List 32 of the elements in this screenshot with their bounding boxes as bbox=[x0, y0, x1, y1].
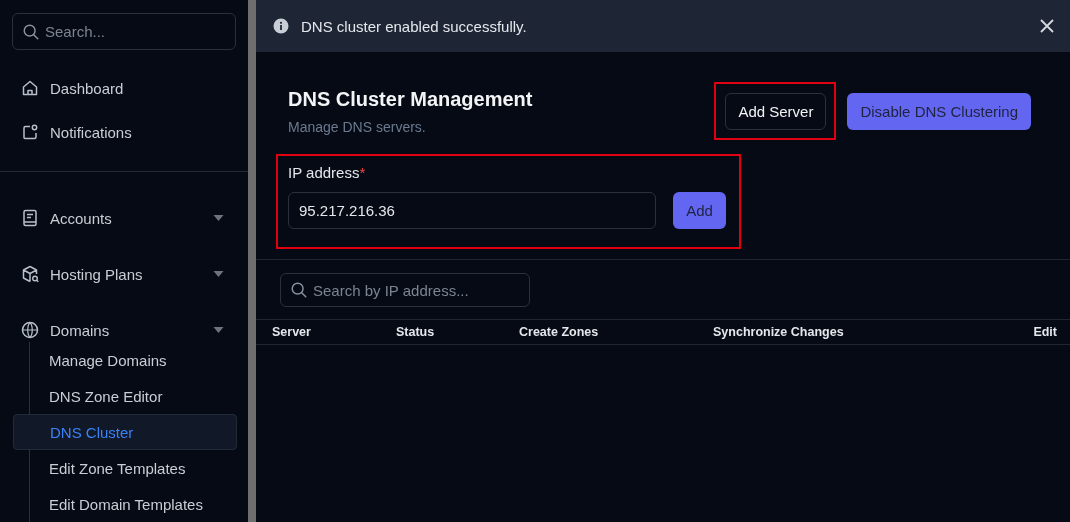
ip-address-field[interactable]: 95.217.216.36 bbox=[288, 192, 656, 229]
add-server-button[interactable]: Add Server bbox=[725, 93, 827, 130]
submenu-item[interactable]: DNS Cluster bbox=[13, 414, 237, 450]
column-header: Status bbox=[396, 325, 436, 339]
notification-icon bbox=[20, 122, 40, 142]
column-header: Create Zones bbox=[519, 325, 600, 339]
globe-icon bbox=[20, 320, 40, 340]
submenu-item[interactable]: Edit Zone Templates bbox=[30, 450, 248, 486]
submenu-item[interactable]: DNS Zone Editor bbox=[30, 378, 248, 414]
home-icon bbox=[20, 78, 40, 98]
column-header: Edit bbox=[1033, 325, 1057, 339]
column-header: Server bbox=[272, 325, 312, 339]
toast-message: DNS cluster enabled successfully. bbox=[301, 17, 528, 35]
page-title: DNS Cluster Management bbox=[288, 88, 533, 111]
submenu-item[interactable]: Edit Domain Templates bbox=[30, 486, 248, 522]
search-field[interactable]: Search... bbox=[12, 13, 236, 50]
page-subtitle: Manage DNS servers. bbox=[288, 119, 427, 135]
search-field[interactable]: Search by IP address... bbox=[280, 273, 530, 307]
column-header: Synchronize Changes bbox=[713, 325, 845, 339]
nav-item[interactable]: Hosting Plans bbox=[0, 246, 248, 302]
scrollbar[interactable] bbox=[248, 0, 256, 522]
field-label: IP address* bbox=[288, 164, 366, 181]
info-icon bbox=[273, 18, 289, 34]
submenu-item[interactable]: Manage Domains bbox=[30, 342, 248, 378]
search-icon bbox=[22, 22, 40, 41]
nav-item[interactable]: Notifications bbox=[0, 110, 248, 154]
search-icon bbox=[290, 281, 308, 299]
book-icon bbox=[20, 208, 40, 228]
nav-item[interactable]: Accounts bbox=[0, 190, 248, 246]
nav-item[interactable]: Dashboard bbox=[0, 66, 248, 110]
close-icon[interactable] bbox=[1040, 19, 1054, 33]
box-search-icon bbox=[20, 264, 40, 284]
